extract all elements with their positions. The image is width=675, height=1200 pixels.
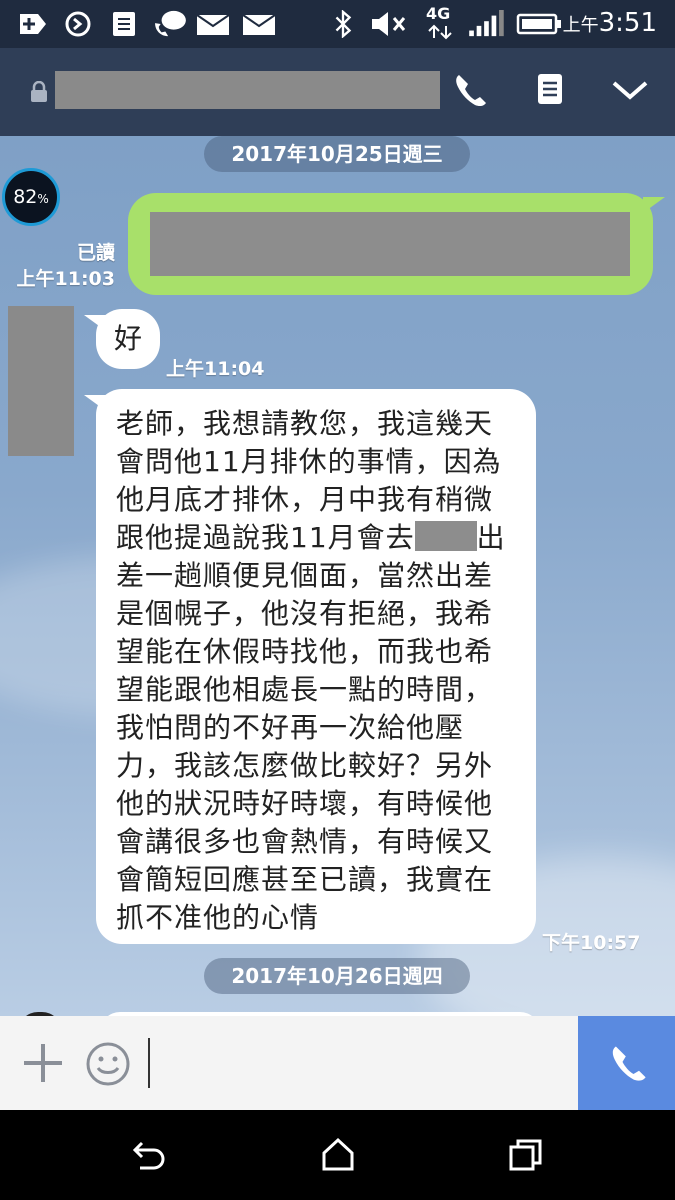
- message-line: 跟他提過說我11月會去 出: [116, 519, 506, 557]
- clock-period: 上午: [562, 15, 599, 36]
- message-line: 會簡短回應甚至已讀，我實在: [116, 863, 494, 896]
- 4g-icon: 4G: [424, 4, 456, 42]
- read-receipt: 已讀: [76, 242, 115, 264]
- message-line: 會問他11月排休的事情，因為: [116, 445, 502, 478]
- lock-icon: [31, 81, 47, 102]
- phone-icon: [612, 1046, 646, 1081]
- home-icon: [322, 1137, 354, 1171]
- message-line: 抓不准他的心情: [116, 901, 320, 934]
- message-line: 是個幌子，他沒有拒絕，我希: [116, 597, 494, 630]
- date-separator: 2017年10月26日週四: [204, 958, 470, 994]
- network-type-label: 4G: [426, 4, 451, 23]
- back-button[interactable]: [130, 1135, 170, 1175]
- plus-box-icon: [20, 14, 46, 34]
- message-text: 跟他提過說我11月會去: [116, 521, 415, 554]
- battery-widget: 82%: [2, 168, 60, 226]
- message-line: 差一趟順便見個面，當然出差: [116, 559, 494, 592]
- mute-icon: [372, 12, 406, 36]
- message-redacted: [150, 212, 630, 276]
- notes-button[interactable]: [532, 70, 580, 114]
- emoji-icon: [86, 1042, 130, 1086]
- text-cursor: [148, 1038, 150, 1088]
- message-time: 上午11:03: [16, 268, 115, 290]
- message-line: 望能跟他相處長一點的時間，: [116, 673, 494, 706]
- received-message-bubble[interactable]: 好: [84, 309, 160, 369]
- document-icon: [113, 12, 135, 36]
- recents-button[interactable]: [506, 1135, 546, 1175]
- contact-avatar-redacted[interactable]: [8, 306, 74, 456]
- date-separator: 2017年10月25日週三: [204, 136, 470, 172]
- battery-unit: %: [37, 192, 49, 206]
- chat-phone-icon: [155, 10, 186, 37]
- notes-icon: [538, 74, 562, 104]
- message-time: 下午10:57: [542, 932, 641, 954]
- back-icon: [132, 1141, 165, 1170]
- message-line: 力，我該怎麼做比較好？另外: [116, 749, 494, 782]
- message-line: 老師，我想請教您，我這幾天: [116, 407, 494, 440]
- phone-icon: [456, 75, 486, 107]
- menu-expand-button[interactable]: [608, 70, 656, 114]
- bluetooth-icon: [335, 10, 352, 38]
- contact-name-redacted: [55, 71, 440, 109]
- home-button[interactable]: [318, 1135, 358, 1175]
- message-input[interactable]: [150, 1030, 570, 1096]
- location-redacted: [414, 521, 477, 551]
- message-time: 上午11:04: [166, 358, 265, 380]
- recents-icon: [509, 1139, 542, 1171]
- message-input-bar: [0, 1016, 675, 1110]
- call-button[interactable]: [578, 1016, 675, 1110]
- status-clock: 上午3:51: [563, 8, 657, 38]
- chat-area[interactable]: 2017年10月25日週三 82% 已讀 上午11:03 好 上午11:04 老…: [0, 136, 675, 1016]
- message-line: 他月底才排休，月中我有稍微: [116, 483, 494, 516]
- sync-icon: [65, 11, 91, 37]
- system-nav-bar: [0, 1110, 675, 1200]
- received-message-bubble[interactable]: 老師，我想請教您，我這幾天 會問他11月排休的事情，因為 他月底才排休，月中我有…: [84, 389, 536, 944]
- battery-icon: [516, 13, 561, 35]
- message-line: 會講很多也會熱情，有時候又: [116, 825, 494, 858]
- plus-icon: [24, 1044, 62, 1082]
- mail-icon: [196, 14, 230, 35]
- signal-icon: [469, 10, 504, 37]
- message-text: 出: [476, 521, 506, 554]
- message-line: 望能在休假時找他，而我也希: [116, 635, 494, 668]
- sent-message-bubble[interactable]: [128, 193, 665, 295]
- message-line: 我怕問的不好再一次給他壓: [116, 711, 465, 744]
- voice-call-button[interactable]: [450, 70, 498, 114]
- status-bar: 4G 上午3:51: [0, 0, 675, 48]
- clock-time: 3:51: [598, 8, 657, 38]
- battery-percent: 82: [13, 186, 38, 208]
- emoji-button[interactable]: [84, 1040, 132, 1088]
- mail-icon: [242, 14, 276, 35]
- chevron-down-icon: [612, 81, 648, 100]
- add-attachment-button[interactable]: [20, 1040, 66, 1086]
- chat-header: [0, 48, 675, 136]
- message-line: 他的狀況時好時壞，有時候他: [116, 787, 494, 820]
